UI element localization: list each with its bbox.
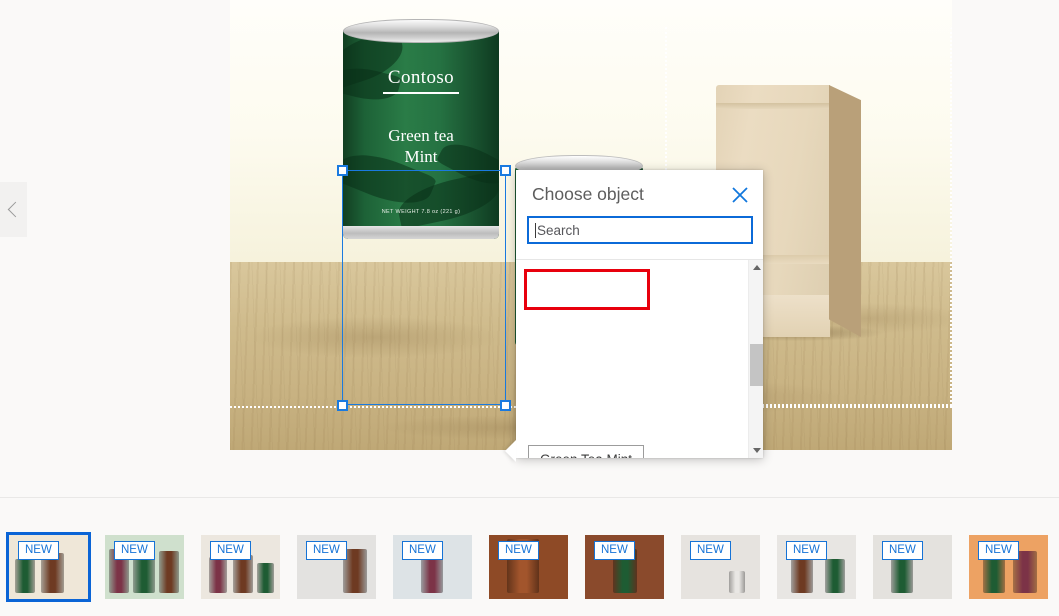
new-badge: NEW [978,541,1019,560]
can-bottom-rim [343,226,499,239]
bag-top-fold [716,103,830,109]
new-badge: NEW [498,541,539,560]
can-net-weight-label: NET WEIGHT 7.8 oz (221 g) [343,209,499,215]
thumbnail-can [257,563,274,593]
can-flavor-line2: Mint [343,146,499,167]
option-label: Green Tea Mint [540,452,632,458]
scroll-down-button[interactable] [749,443,764,458]
thumbnail-item[interactable]: NEW [777,535,856,599]
can-flavor-label: Green tea Mint [343,125,499,167]
thumbnail-item[interactable]: NEW [585,535,664,599]
thumbnail-can [729,571,745,593]
selected-tea-can-object[interactable]: Contoso Green tea Mint NET WEIGHT 7.8 oz… [343,19,499,241]
thumbnail-can [15,559,35,593]
resize-handle-top-left[interactable] [337,165,348,176]
new-badge: NEW [690,541,731,560]
thumbnail-can [233,555,253,593]
thumbnail-item[interactable]: NEW [969,535,1048,599]
thumbnail-item[interactable]: NEW [393,535,472,599]
resize-handle-bottom-right[interactable] [500,400,511,411]
object-option-green-tea-mint[interactable]: Green Tea Mint [528,445,644,458]
thumbnail-item[interactable]: NEW [297,535,376,599]
thumbnail-item[interactable]: NEW [9,535,88,599]
close-dialog-button[interactable] [727,182,753,208]
dialog-callout-beak [505,440,516,462]
can-brand-label: Contoso [343,67,499,89]
choose-object-dialog: Choose object Search Green Tea Mint Gree… [516,170,763,458]
new-badge: NEW [402,541,443,560]
chevron-left-icon [7,202,23,218]
thumbnail-item[interactable]: NEW [873,535,952,599]
thumbnail-strip[interactable]: NEW NEW NEW NEW NEW NEW NEW NEW NEW NEW NEW [0,498,1059,616]
new-badge: NEW [882,541,923,560]
resize-handle-bottom-left[interactable] [337,400,348,411]
bag-side-gusset [829,85,861,337]
dialog-title: Choose object [532,184,644,205]
search-placeholder: Search [537,223,580,238]
options-list-scrollbar[interactable] [748,260,763,458]
thumbnail-item[interactable]: NEW [105,535,184,599]
can-flavor-line1: Green tea [343,125,499,146]
close-icon [731,186,749,204]
thumbnail-can [825,559,845,593]
thumbnail-can [209,557,227,593]
new-badge: NEW [786,541,827,560]
search-input[interactable]: Search [527,216,753,244]
thumbnail-can [983,555,1005,593]
triangle-up-icon [753,265,761,270]
new-badge: NEW [210,541,251,560]
triangle-down-icon [753,448,761,453]
object-options-list: Green Tea Mint Green Tea Rose Leak Tea M… [516,260,748,458]
text-caret [535,223,536,238]
can-brand-underline [383,92,459,94]
thumbnail-item[interactable]: NEW [201,535,280,599]
thumbnail-item[interactable]: NEW [489,535,568,599]
thumbnail-can [159,551,179,593]
resize-handle-top-right[interactable] [500,165,511,176]
scrollbar-thumb[interactable] [750,344,763,386]
scroll-up-button[interactable] [749,260,764,275]
new-badge: NEW [306,541,347,560]
previous-image-button[interactable] [0,182,27,237]
can-lid [343,19,499,43]
thumbnail-item[interactable]: NEW [681,535,760,599]
app-root: Contoso Green tea Mint NET WEIGHT 7.8 oz… [0,0,1059,616]
new-badge: NEW [18,541,59,560]
new-badge: NEW [594,541,635,560]
new-badge: NEW [114,541,155,560]
